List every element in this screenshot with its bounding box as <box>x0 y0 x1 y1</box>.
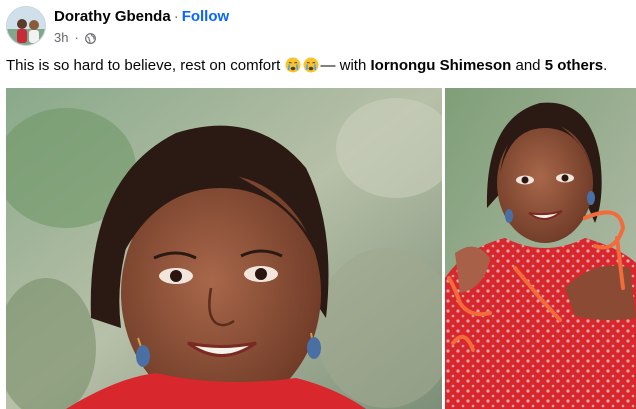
follow-button[interactable]: Follow <box>182 8 230 25</box>
author-name[interactable]: Dorathy Gbenda <box>54 8 171 25</box>
post-photo-2[interactable] <box>445 88 636 409</box>
crying-face-icon <box>303 57 319 73</box>
caption-text: This is so hard to believe, rest on comf… <box>6 57 281 74</box>
post-caption: This is so hard to believe, rest on comf… <box>6 56 607 76</box>
tagged-person-link[interactable]: Iornongu Shimeson <box>370 57 511 74</box>
globe-icon <box>84 32 96 44</box>
caption-end: . <box>603 57 608 74</box>
with-text: — with <box>320 57 367 74</box>
and-text: and <box>515 57 541 74</box>
author-avatar[interactable] <box>6 6 46 46</box>
time-separator: · <box>74 30 79 45</box>
others-link[interactable]: 5 others <box>545 57 603 74</box>
crying-face-icon <box>285 57 301 73</box>
name-separator: · <box>173 8 179 25</box>
post-photo-1[interactable] <box>6 88 442 409</box>
post-timestamp[interactable]: 3h <box>54 30 68 45</box>
post-header: Dorathy Gbenda · Follow 3h · <box>6 6 606 48</box>
